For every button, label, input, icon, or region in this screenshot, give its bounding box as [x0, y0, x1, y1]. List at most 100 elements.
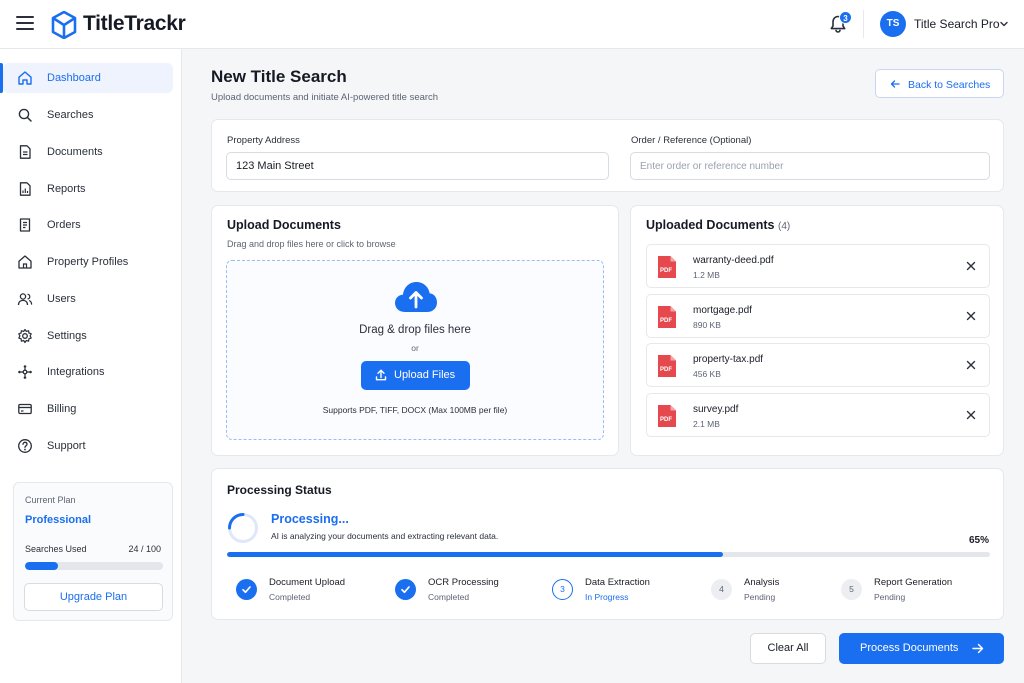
usage-progress-bar: [25, 562, 163, 570]
file-size: 1.2 MB: [693, 270, 720, 280]
file-dropzone[interactable]: Drag & drop files here or Upload Files S…: [226, 260, 604, 440]
sidebar-item-label: Searches: [47, 109, 94, 121]
sidebar-item-reports[interactable]: Reports: [3, 174, 173, 204]
close-icon[interactable]: [966, 311, 976, 321]
sidebar-item-support[interactable]: Support: [3, 431, 173, 461]
order-reference-label: Order / Reference (Optional): [631, 135, 752, 146]
sidebar-item-orders[interactable]: Orders: [3, 210, 173, 240]
sidebar-item-dashboard[interactable]: Dashboard: [0, 63, 173, 93]
pdf-file-icon: PDF: [658, 256, 676, 278]
list-item[interactable]: PDF mortgage.pdf 890 KB: [646, 294, 990, 338]
uploaded-documents-card: Uploaded Documents (4) PDF warranty-deed…: [630, 205, 1004, 456]
sidebar-item-label: Documents: [47, 146, 103, 158]
processing-progress-fill: [227, 552, 723, 557]
page-title: New Title Search: [211, 67, 347, 86]
sidebar-item-settings[interactable]: Settings: [3, 321, 173, 351]
orders-icon: [19, 218, 31, 232]
close-icon[interactable]: [966, 261, 976, 271]
menu-icon[interactable]: [16, 16, 34, 32]
uploaded-documents-title: Uploaded Documents (4): [646, 218, 790, 232]
uploaded-count: (4): [777, 221, 791, 232]
upload-title: Upload Documents: [227, 218, 341, 232]
step-status: In Progress: [585, 592, 629, 602]
sidebar-item-label: Property Profiles: [47, 256, 129, 268]
property-address-label: Property Address: [227, 135, 300, 146]
step-number: 5: [841, 579, 862, 600]
sidebar-item-users[interactable]: Users: [3, 284, 173, 314]
sidebar-item-documents[interactable]: Documents: [3, 137, 173, 167]
sidebar-item-label: Orders: [47, 219, 81, 231]
back-to-searches-button[interactable]: Back to Searches: [875, 69, 1004, 98]
house-icon: [18, 255, 32, 269]
sidebar-item-property-profiles[interactable]: Property Profiles: [3, 247, 173, 277]
step-title: Report Generation: [874, 577, 953, 588]
integrations-icon: [18, 365, 32, 379]
file-size: 456 KB: [693, 369, 721, 379]
file-name: mortgage.pdf: [693, 305, 752, 316]
upload-subtitle: Drag and drop files here or click to bro…: [227, 239, 396, 249]
top-header: TitleTrackr 3 TS Title Search Pro: [0, 0, 1024, 49]
step-status: Pending: [744, 592, 776, 602]
step-number: 4: [711, 579, 732, 600]
sidebar-item-label: Users: [47, 293, 76, 305]
step-complete-indicator: [236, 579, 257, 600]
back-button-label: Back to Searches: [908, 79, 991, 91]
upload-button-label: Upload Files: [394, 369, 456, 381]
sidebar-item-label: Settings: [47, 330, 87, 342]
sidebar-item-label: Dashboard: [47, 72, 101, 84]
clear-all-button[interactable]: Clear All: [750, 633, 826, 664]
pdf-file-icon: PDF: [658, 405, 676, 427]
upload-icon: [375, 369, 387, 381]
close-icon[interactable]: [966, 410, 976, 420]
header-divider: [863, 10, 864, 38]
processing-state: Processing...: [271, 512, 349, 526]
brand-name: TitleTrackr: [83, 12, 186, 35]
sidebar-item-searches[interactable]: Searches: [3, 100, 173, 130]
upload-files-button[interactable]: Upload Files: [361, 361, 470, 390]
file-name: warranty-deed.pdf: [693, 255, 774, 266]
chevron-down-icon[interactable]: [999, 19, 1009, 29]
sidebar-item-label: Integrations: [47, 366, 105, 378]
sidebar-item-label: Reports: [47, 183, 86, 195]
processing-status-card: Processing Status Processing... AI is an…: [211, 468, 1004, 620]
dropzone-or-text: or: [411, 343, 419, 353]
property-form-card: Property Address Order / Reference (Opti…: [211, 119, 1004, 192]
document-icon: [19, 145, 31, 159]
step-title: Document Upload: [269, 577, 346, 588]
sidebar-item-billing[interactable]: Billing: [3, 394, 173, 424]
step-number: 3: [552, 579, 573, 600]
upgrade-plan-button[interactable]: Upgrade Plan: [24, 583, 163, 611]
sidebar: Dashboard Searches Documents Reports Ord…: [0, 49, 182, 683]
cloud-upload-icon: [395, 282, 437, 312]
file-size: 890 KB: [693, 320, 721, 330]
sidebar-item-label: Support: [47, 440, 86, 452]
searches-used-label: Searches Used: [25, 544, 87, 554]
check-icon: [242, 586, 251, 594]
dropzone-text: Drag & drop files here: [359, 324, 471, 336]
property-address-input[interactable]: [226, 152, 609, 180]
step-complete-indicator: [395, 579, 416, 600]
file-name: survey.pdf: [693, 404, 739, 415]
search-icon: [18, 108, 32, 122]
file-name: property-tax.pdf: [693, 354, 764, 365]
usage-progress-fill: [25, 562, 59, 570]
upload-documents-card: Upload Documents Drag and drop files her…: [211, 205, 619, 456]
processing-status-title: Processing Status: [227, 483, 332, 497]
user-name[interactable]: Title Search Pro: [914, 17, 1000, 31]
process-documents-button[interactable]: Process Documents: [839, 633, 1004, 664]
order-reference-input[interactable]: [630, 152, 990, 180]
plan-card: Current Plan Professional Searches Used …: [13, 482, 173, 621]
list-item[interactable]: PDF survey.pdf 2.1 MB: [646, 393, 990, 437]
step-title: Analysis: [744, 577, 780, 588]
list-item[interactable]: PDF property-tax.pdf 456 KB: [646, 343, 990, 387]
avatar[interactable]: TS: [880, 11, 906, 37]
notification-badge: 3: [839, 11, 852, 24]
close-icon[interactable]: [966, 360, 976, 370]
sidebar-item-integrations[interactable]: Integrations: [3, 357, 173, 387]
file-size: 2.1 MB: [693, 419, 720, 429]
report-icon: [19, 182, 31, 196]
spinner-icon: [228, 513, 258, 543]
list-item[interactable]: PDF warranty-deed.pdf 1.2 MB: [646, 244, 990, 288]
step-status: Pending: [874, 592, 906, 602]
help-icon: [18, 439, 32, 453]
